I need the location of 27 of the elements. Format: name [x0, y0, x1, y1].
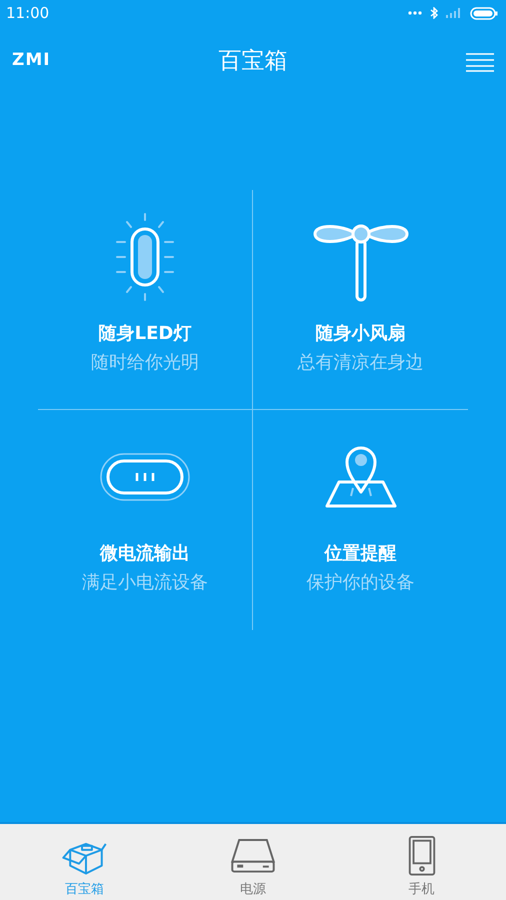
tile-title: 随身小风扇: [316, 322, 406, 346]
tab[interactable]: 百宝箱: [0, 824, 169, 900]
tile-title: 微电流输出: [100, 542, 190, 566]
signal-icon: [446, 8, 462, 18]
feature-tile[interactable]: 位置提醒 保护你的设备: [253, 410, 468, 630]
tile-title: 随身LED灯: [98, 322, 192, 346]
port-icon: [99, 452, 191, 502]
status-time: 11:00: [6, 2, 50, 24]
tab[interactable]: 手机: [337, 824, 506, 900]
lamp-icon: [113, 212, 177, 302]
feature-tile[interactable]: 随身LED灯 随时给你光明: [38, 190, 253, 410]
feature-tile[interactable]: 微电流输出 满足小电流设备: [38, 410, 253, 630]
tab[interactable]: 电源: [168, 824, 338, 900]
tile-subtitle: 保护你的设备: [306, 571, 414, 595]
more-icon: [408, 11, 422, 15]
power-bank-icon: [229, 836, 277, 876]
page-title: 百宝箱: [218, 48, 288, 74]
phone-icon: [406, 836, 437, 876]
bluetooth-icon: [430, 7, 438, 19]
battery-icon: [470, 6, 498, 20]
map-pin-icon: [322, 444, 398, 510]
tile-title: 位置提醒: [324, 542, 396, 566]
tile-subtitle: 随时给你光明: [91, 351, 199, 375]
tile-subtitle: 满足小电流设备: [82, 571, 208, 595]
tile-subtitle: 总有清凉在身边: [298, 351, 424, 375]
logo: ZMI: [12, 49, 51, 72]
feature-tile[interactable]: 随身小风扇 总有清凉在身边: [253, 190, 468, 410]
